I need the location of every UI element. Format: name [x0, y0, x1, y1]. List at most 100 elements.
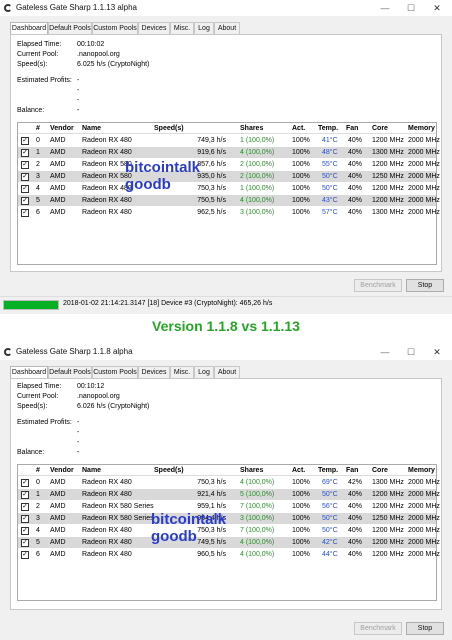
col-id[interactable]: #: [36, 123, 40, 134]
col-temp[interactable]: Temp.: [318, 123, 338, 134]
col-fan[interactable]: Fan: [346, 465, 358, 476]
col-shares[interactable]: Shares: [240, 123, 263, 134]
device-checkbox[interactable]: ✓: [21, 527, 29, 535]
col-shares[interactable]: Shares: [240, 465, 263, 476]
table-row[interactable]: ✓ 0 AMD Radeon RX 480 750,3 h/s 4 (100,0…: [18, 477, 440, 488]
tab-default-pools[interactable]: Default Pools: [48, 366, 92, 378]
maximize-icon[interactable]: ☐: [404, 346, 418, 358]
close-icon[interactable]: ✕: [430, 2, 444, 14]
stop-button[interactable]: Stop: [406, 622, 444, 635]
device-checkbox[interactable]: ✓: [21, 209, 29, 217]
device-name: Radeon RX 480: [82, 479, 132, 486]
col-memory[interactable]: Memory: [408, 465, 435, 476]
watermark-line: bitcointalk: [151, 511, 227, 528]
col-memory[interactable]: Memory: [408, 123, 435, 134]
device-checkbox[interactable]: ✓: [21, 173, 29, 181]
table-row[interactable]: ✓ 5 AMD Radeon RX 480 749,5 h/s 4 (100,0…: [18, 537, 440, 548]
col-vendor[interactable]: Vendor: [50, 123, 74, 134]
table-row[interactable]: ✓ 5 AMD Radeon RX 480 750,5 h/s 4 (100,0…: [18, 195, 440, 206]
col-act[interactable]: Act.: [292, 465, 305, 476]
col-vendor[interactable]: Vendor: [50, 465, 74, 476]
tab-log[interactable]: Log: [194, 366, 214, 378]
device-checkbox[interactable]: ✓: [21, 149, 29, 157]
device-name: Radeon RX 480: [82, 209, 132, 216]
table-row[interactable]: ✓ 4 AMD Radeon RX 480 750,3 h/s 1 (100,0…: [18, 183, 440, 194]
tab-about[interactable]: About: [214, 366, 240, 378]
device-memory-clock: 2000 MHz: [408, 209, 440, 216]
col-act[interactable]: Act.: [292, 123, 305, 134]
device-checkbox[interactable]: ✓: [21, 197, 29, 205]
device-id: 2: [36, 503, 40, 510]
device-checkbox[interactable]: ✓: [21, 161, 29, 169]
stop-button[interactable]: Stop: [406, 279, 444, 292]
col-speed[interactable]: Speed(s): [154, 465, 184, 476]
benchmark-button[interactable]: Benchmark: [354, 622, 402, 635]
table-row[interactable]: ✓ 1 AMD Radeon RX 480 919,6 h/s 4 (100,0…: [18, 147, 440, 158]
tab-misc[interactable]: Misc.: [170, 22, 194, 34]
window-title: Gateless Gate Sharp 1.1.13 alpha: [16, 3, 137, 12]
device-checkbox[interactable]: ✓: [21, 185, 29, 193]
col-name[interactable]: Name: [82, 465, 101, 476]
table-row[interactable]: ✓ 1 AMD Radeon RX 480 921,4 h/s 5 (100,0…: [18, 489, 440, 500]
device-checkbox[interactable]: ✓: [21, 503, 29, 511]
device-checkbox[interactable]: ✓: [21, 137, 29, 145]
device-checkbox[interactable]: ✓: [21, 551, 29, 559]
table-row[interactable]: ✓ 6 AMD Radeon RX 480 960,5 h/s 4 (100,0…: [18, 549, 440, 560]
device-activity: 100%: [292, 503, 310, 510]
col-name[interactable]: Name: [82, 123, 101, 134]
tab-custom-pools[interactable]: Custom Pools: [92, 366, 138, 378]
device-checkbox[interactable]: ✓: [21, 515, 29, 523]
device-temperature: 42°C: [322, 539, 338, 546]
balance-label: Balance:: [17, 107, 45, 114]
table-row[interactable]: ✓ 4 AMD Radeon RX 480 750,3 h/s 7 (100,0…: [18, 525, 440, 536]
device-temperature: 50°C: [322, 491, 338, 498]
device-checkbox[interactable]: ✓: [21, 491, 29, 499]
maximize-icon[interactable]: ☐: [404, 2, 418, 14]
table-row[interactable]: ✓ 2 AMD Radeon RX 580 857,6 h/s 2 (100,0…: [18, 159, 440, 170]
col-id[interactable]: #: [36, 465, 40, 476]
tab-devices[interactable]: Devices: [138, 366, 170, 378]
table-row[interactable]: ✓ 0 AMD Radeon RX 480 749,3 h/s 1 (100,0…: [18, 135, 440, 146]
table-row[interactable]: ✓ 3 AMD Radeon RX 580 Series 934,4 h/s 3…: [18, 513, 440, 524]
device-id: 5: [36, 197, 40, 204]
col-temp[interactable]: Temp.: [318, 465, 338, 476]
col-speed[interactable]: Speed(s): [154, 123, 184, 134]
device-id: 6: [36, 551, 40, 558]
title-bar[interactable]: Gateless Gate Sharp 1.1.13 alpha — ☐ ✕: [0, 0, 452, 16]
device-shares: 5 (100,0%): [240, 491, 275, 498]
elapsed-time-value: 00:10:02: [77, 41, 105, 48]
title-bar[interactable]: Gateless Gate Sharp 1.1.8 alpha — ☐ ✕: [0, 344, 452, 360]
device-memory-clock: 2000 MHz: [408, 515, 440, 522]
device-temperature: 50°C: [322, 527, 338, 534]
benchmark-button[interactable]: Benchmark: [354, 279, 402, 292]
device-vendor: AMD: [50, 503, 66, 510]
device-temperature: 55°C: [322, 161, 338, 168]
device-speed: 921,4 h/s: [197, 491, 226, 498]
device-core-clock: 1250 MHz: [372, 173, 404, 180]
minimize-icon[interactable]: —: [378, 2, 392, 14]
tab-custom-pools[interactable]: Custom Pools: [92, 22, 138, 34]
col-fan[interactable]: Fan: [346, 123, 358, 134]
device-checkbox[interactable]: ✓: [21, 479, 29, 487]
col-core[interactable]: Core: [372, 123, 388, 134]
progress-bar: [3, 300, 59, 310]
table-row[interactable]: ✓ 2 AMD Radeon RX 580 Series 959,1 h/s 7…: [18, 501, 440, 512]
table-row[interactable]: ✓ 6 AMD Radeon RX 480 962,5 h/s 3 (100,0…: [18, 207, 440, 218]
tab-default-pools[interactable]: Default Pools: [48, 22, 92, 34]
device-checkbox[interactable]: ✓: [21, 539, 29, 547]
current-pool-value: .nanopool.org: [77, 393, 120, 400]
col-core[interactable]: Core: [372, 465, 388, 476]
device-activity: 100%: [292, 491, 310, 498]
tab-about[interactable]: About: [214, 22, 240, 34]
balance-value: -: [77, 107, 80, 114]
device-core-clock: 1200 MHz: [372, 539, 404, 546]
device-speed: 749,3 h/s: [197, 137, 226, 144]
table-row[interactable]: ✓ 3 AMD Radeon RX 580 935,0 h/s 2 (100,0…: [18, 171, 440, 182]
device-fan: 42%: [348, 479, 363, 486]
close-icon[interactable]: ✕: [430, 346, 444, 358]
tab-misc[interactable]: Misc.: [170, 366, 194, 378]
tab-devices[interactable]: Devices: [138, 22, 170, 34]
tab-log[interactable]: Log: [194, 22, 214, 34]
minimize-icon[interactable]: —: [378, 346, 392, 358]
device-vendor: AMD: [50, 539, 66, 546]
